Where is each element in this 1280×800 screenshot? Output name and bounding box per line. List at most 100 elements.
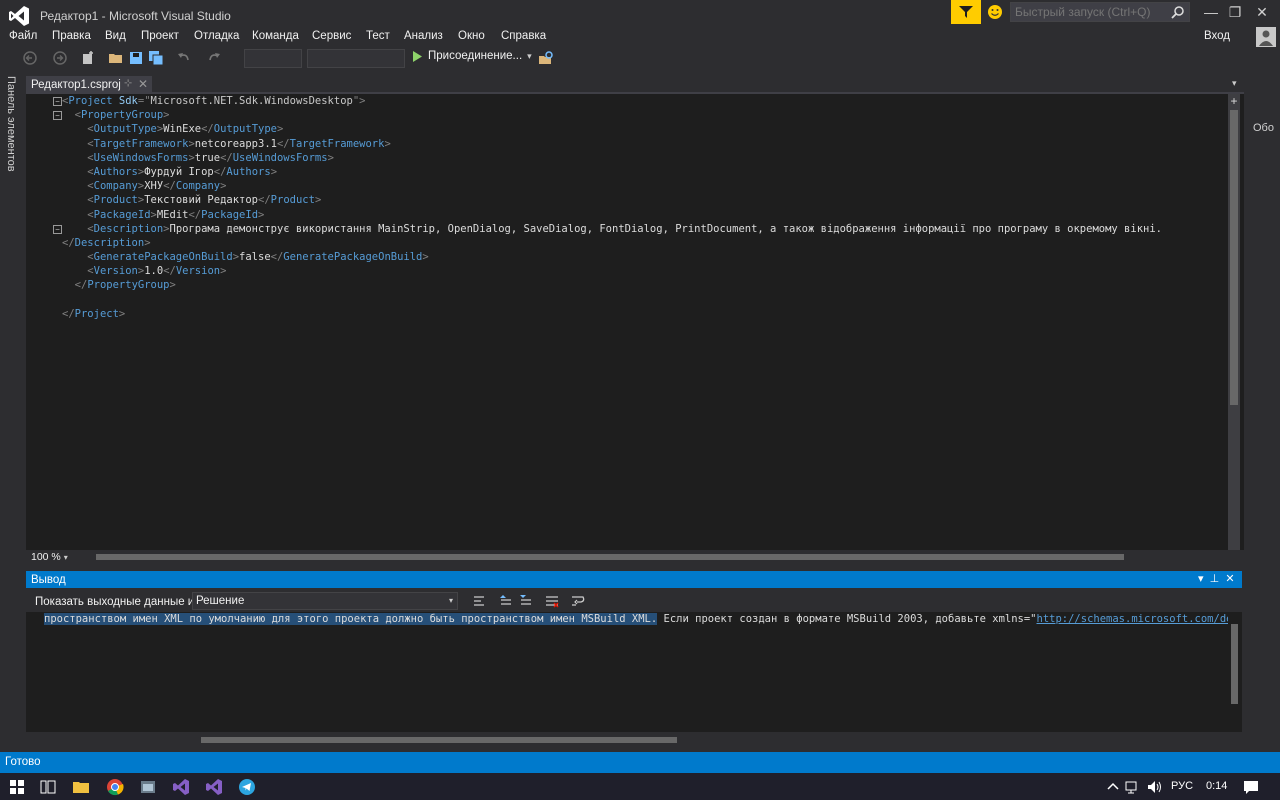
tab-csproj[interactable]: Редактор1.csproj ⊹ ✕ [26,76,152,94]
output-line[interactable]: пространством имен XML по умолчанию для … [44,612,1228,626]
word-wrap-icon[interactable] [571,594,585,608]
code-line[interactable]: <UseWindowsForms>true</UseWindowsForms> [62,151,1222,165]
solution-explorer-tab[interactable]: Обо [1253,122,1274,134]
output-source-select[interactable]: Решение ▾ [192,592,458,610]
code-token: > [276,123,284,136]
menu-view[interactable]: Вид [105,30,126,42]
code-line[interactable]: <Project Sdk="Microsoft.NET.Sdk.WindowsD… [62,94,1222,108]
task-view-icon[interactable] [39,778,57,796]
clear-all-icon[interactable] [545,594,559,608]
code-line[interactable]: <PackageId>MEdit</PackageId> [62,208,1222,222]
code-line[interactable]: <Authors>Фурдуй Ігор</Authors> [62,165,1222,179]
new-project-icon[interactable] [80,50,96,66]
toolbox-tab[interactable]: Панель элементов [5,76,17,172]
visual-studio-2-taskbar-icon[interactable] [205,778,223,796]
code-line[interactable]: <Version>1.0</Version> [62,264,1222,278]
menu-edit[interactable]: Правка [52,30,91,42]
code-token: > [169,279,176,292]
visual-studio-taskbar-icon[interactable] [172,778,190,796]
output-horizontal-scroll-thumb[interactable] [201,737,677,743]
save-icon[interactable] [128,50,144,66]
feedback-smiley-icon[interactable] [986,3,1004,21]
play-icon [413,50,422,62]
account-avatar-icon[interactable] [1256,27,1276,47]
tab-close-icon[interactable]: ✕ [138,77,148,91]
attach-debugger-button[interactable]: Присоединение... ▾ [412,50,532,62]
code-line[interactable]: </PropertyGroup> [62,278,1222,292]
close-window-button[interactable]: ✕ [1251,4,1273,22]
menu-window[interactable]: Окно [458,30,485,42]
code-line[interactable] [62,293,1222,307]
app-window-icon[interactable] [139,778,157,796]
telegram-icon[interactable] [238,778,256,796]
menu-tools[interactable]: Сервис [312,30,351,42]
undo-icon[interactable] [176,50,192,66]
code-line[interactable]: <Company>ХНУ</Company> [62,179,1222,193]
code-line[interactable]: </Project> [62,307,1222,321]
input-language[interactable]: РУС [1171,780,1193,792]
output-source-label: Показать выходные данные из: [35,596,203,608]
code-token: Project [74,307,119,320]
menu-test[interactable]: Тест [366,30,390,42]
save-all-icon[interactable] [148,50,164,66]
volume-icon[interactable] [1146,778,1164,796]
pin-icon[interactable]: ⊹ [124,78,132,89]
menu-debug[interactable]: Отладка [194,30,239,42]
maximize-button[interactable]: ❐ [1224,4,1246,22]
next-message-icon[interactable] [518,594,532,608]
open-file-icon[interactable] [108,50,124,66]
editor-vertical-scroll-thumb[interactable] [1230,110,1238,405]
panel-dropdown-icon[interactable]: ▾ [1198,573,1204,585]
find-in-files-icon[interactable] [538,50,554,66]
attach-dropdown-icon[interactable]: ▾ [527,51,532,62]
editor-horizontal-scroll-thumb[interactable] [96,554,1124,560]
zoom-dropdown-icon[interactable]: ▾ [64,553,68,562]
code-line[interactable]: </Description> [62,236,1222,250]
start-windows-icon[interactable] [8,778,26,796]
tray-expand-icon[interactable] [1104,778,1122,796]
navigate-back-icon[interactable] [22,50,38,66]
code-line[interactable]: <PropertyGroup> [62,108,1222,122]
code-line[interactable]: <GeneratePackageOnBuild>false</GenerateP… [62,250,1222,264]
menu-analyze[interactable]: Анализ [404,30,443,42]
redo-icon[interactable] [206,50,222,66]
feedback-filter-button[interactable] [951,0,981,24]
clock[interactable]: 0:14 [1206,780,1227,792]
previous-message-icon[interactable] [498,594,512,608]
menu-help[interactable]: Справка [501,30,546,42]
panel-pin-icon[interactable]: ⊥ [1210,573,1220,585]
quick-launch-box[interactable] [1010,2,1190,22]
panel-close-icon[interactable]: ✕ [1225,573,1234,585]
output-text-area[interactable] [26,612,1242,732]
search-icon[interactable] [1171,5,1185,19]
find-message-icon[interactable] [472,594,486,608]
fold-toggle-propertygroup[interactable]: − [53,111,62,120]
solution-configuration-select[interactable] [244,49,302,68]
notifications-icon[interactable] [1242,778,1260,796]
output-vertical-scroll-thumb[interactable] [1231,624,1238,704]
schema-link[interactable]: http://schemas.microsoft.com/developer/m… [1037,613,1229,625]
zoom-level[interactable]: 100 % ▾ [31,551,68,563]
tab-list-dropdown-icon[interactable]: ▾ [1232,78,1237,89]
fold-toggle-description[interactable]: − [53,225,62,234]
menu-file[interactable]: Файл [9,30,37,42]
solution-platform-select[interactable] [307,49,405,68]
split-editor-icon[interactable]: + [1228,95,1240,108]
file-explorer-icon[interactable] [72,778,90,796]
quick-launch-input[interactable] [1011,3,1161,21]
code-line[interactable]: <OutputType>WinExe</OutputType> [62,122,1222,136]
menu-project[interactable]: Проект [141,30,179,42]
chrome-icon[interactable] [106,778,124,796]
minimize-button[interactable]: — [1200,4,1222,22]
code-line[interactable]: <Product>Текстовий Редактор</Product> [62,193,1222,207]
fold-toggle-project[interactable]: − [53,97,62,106]
navigate-forward-icon[interactable] [52,50,68,66]
code-line[interactable]: <TargetFramework>netcoreapp3.1</TargetFr… [62,137,1222,151]
code-content[interactable]: <Project Sdk="Microsoft.NET.Sdk.WindowsD… [62,94,1222,321]
menu-team[interactable]: Команда [252,30,299,42]
selected-output-text[interactable]: пространством имен XML по умолчанию для … [44,613,658,625]
network-icon[interactable] [1124,778,1142,796]
sign-in-link[interactable]: Вход [1204,30,1230,42]
code-line[interactable]: <Description>Програма демонструє викорис… [62,222,1222,236]
